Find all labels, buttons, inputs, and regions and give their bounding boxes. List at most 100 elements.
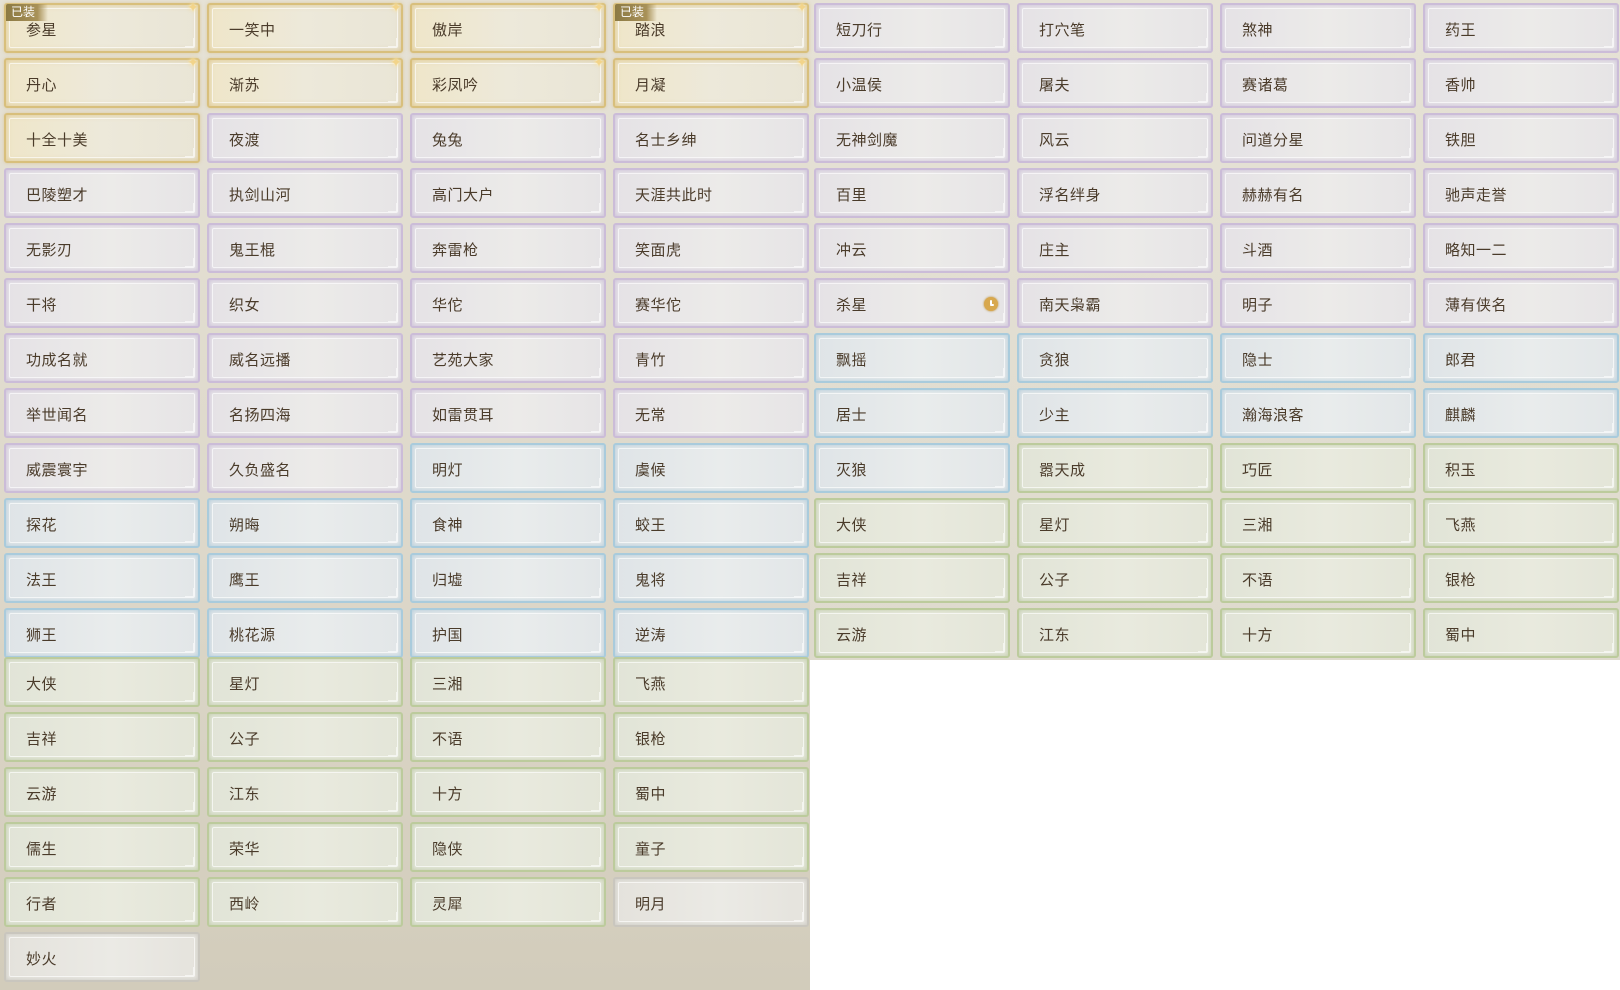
title-tag[interactable]: 举世闻名: [4, 388, 200, 438]
title-tag[interactable]: 鹰王: [207, 553, 403, 603]
title-tag[interactable]: 灭狼: [814, 443, 1010, 493]
title-tag[interactable]: 郎君: [1423, 333, 1619, 383]
title-tag[interactable]: 隐士: [1220, 333, 1416, 383]
title-tag[interactable]: 灵犀: [410, 877, 606, 927]
title-tag[interactable]: 公子: [1017, 553, 1213, 603]
title-tag[interactable]: 不语: [410, 712, 606, 762]
title-tag[interactable]: 彩凤吟 ✦: [410, 55, 606, 108]
title-tag[interactable]: 公子: [207, 712, 403, 762]
title-tag[interactable]: 隐侠: [410, 822, 606, 872]
title-tag[interactable]: 飞燕: [1423, 498, 1619, 548]
title-tag[interactable]: 探花: [4, 498, 200, 548]
title-tag[interactable]: 傲岸 ✦: [410, 0, 606, 53]
title-tag[interactable]: 妙火: [4, 932, 200, 982]
title-tag[interactable]: 南天枭霸: [1017, 278, 1213, 328]
title-tag[interactable]: 威名远播: [207, 333, 403, 383]
title-tag[interactable]: 桃花源: [207, 608, 403, 658]
title-tag[interactable]: 星灯: [207, 657, 403, 707]
title-tag[interactable]: 风云: [1017, 113, 1213, 163]
title-tag[interactable]: 蜀中: [613, 767, 809, 817]
title-tag[interactable]: 艺苑大家: [410, 333, 606, 383]
title-tag[interactable]: 积玉: [1423, 443, 1619, 493]
title-tag[interactable]: 江东: [1017, 608, 1213, 658]
title-tag[interactable]: 香帅: [1423, 58, 1619, 108]
title-tag[interactable]: 嚣天成: [1017, 443, 1213, 493]
title-tag[interactable]: 十方: [1220, 608, 1416, 658]
title-tag[interactable]: 干将: [4, 278, 200, 328]
title-tag[interactable]: 明月: [613, 877, 809, 927]
title-tag[interactable]: 鬼王棍: [207, 223, 403, 273]
title-tag[interactable]: 威震寰宇: [4, 443, 200, 493]
title-tag[interactable]: 江东: [207, 767, 403, 817]
title-tag[interactable]: 虞候: [613, 443, 809, 493]
title-tag[interactable]: 天涯共此时: [613, 168, 809, 218]
title-tag[interactable]: 赛华佗: [613, 278, 809, 328]
title-tag[interactable]: 星灯: [1017, 498, 1213, 548]
title-tag[interactable]: 明子: [1220, 278, 1416, 328]
title-tag[interactable]: 蛟王: [613, 498, 809, 548]
title-tag[interactable]: 煞神: [1220, 3, 1416, 53]
title-tag[interactable]: 久负盛名: [207, 443, 403, 493]
title-tag[interactable]: 丹心 ✦: [4, 55, 200, 108]
title-tag[interactable]: 月凝 ✦: [613, 55, 809, 108]
title-tag[interactable]: 冲云: [814, 223, 1010, 273]
title-tag[interactable]: 赛诸葛: [1220, 58, 1416, 108]
title-tag[interactable]: 薄有侠名: [1423, 278, 1619, 328]
title-tag[interactable]: 名扬四海: [207, 388, 403, 438]
title-tag[interactable]: 银枪: [1423, 553, 1619, 603]
title-tag[interactable]: 斗酒: [1220, 223, 1416, 273]
title-tag[interactable]: 屠夫: [1017, 58, 1213, 108]
title-tag[interactable]: 百里: [814, 168, 1010, 218]
title-tag[interactable]: 麒麟: [1423, 388, 1619, 438]
title-tag[interactable]: 无神剑魔: [814, 113, 1010, 163]
title-tag[interactable]: 参星 已装 ✦: [4, 0, 200, 53]
title-tag[interactable]: 青竹: [613, 333, 809, 383]
title-tag[interactable]: 无常: [613, 388, 809, 438]
title-tag[interactable]: 踏浪 已装 ✦: [613, 0, 809, 53]
title-tag[interactable]: 高门大户: [410, 168, 606, 218]
title-tag[interactable]: 名士乡绅: [613, 113, 809, 163]
title-tag[interactable]: 鬼将: [613, 553, 809, 603]
title-tag[interactable]: 飘摇: [814, 333, 1010, 383]
title-tag[interactable]: 十全十美: [4, 113, 200, 163]
title-tag[interactable]: 护国: [410, 608, 606, 658]
title-tag[interactable]: 巴陵塑才: [4, 168, 200, 218]
title-tag[interactable]: 笑面虎: [613, 223, 809, 273]
title-tag[interactable]: 少主: [1017, 388, 1213, 438]
title-tag[interactable]: 功成名就: [4, 333, 200, 383]
title-tag[interactable]: 行者: [4, 877, 200, 927]
title-tag[interactable]: 一笑中 ✦: [207, 0, 403, 53]
title-tag[interactable]: 大侠: [4, 657, 200, 707]
title-tag[interactable]: 织女: [207, 278, 403, 328]
title-tag[interactable]: 打穴笔: [1017, 3, 1213, 53]
title-tag[interactable]: 略知一二: [1423, 223, 1619, 273]
title-tag[interactable]: 兔兔: [410, 113, 606, 163]
title-tag[interactable]: 三湘: [1220, 498, 1416, 548]
title-tag[interactable]: 瀚海浪客: [1220, 388, 1416, 438]
title-tag[interactable]: 华佗: [410, 278, 606, 328]
title-tag[interactable]: 执剑山河: [207, 168, 403, 218]
title-tag[interactable]: 贪狼: [1017, 333, 1213, 383]
title-tag[interactable]: 十方: [410, 767, 606, 817]
title-tag[interactable]: 不语: [1220, 553, 1416, 603]
title-tag[interactable]: 浮名绊身: [1017, 168, 1213, 218]
title-tag[interactable]: 明灯: [410, 443, 606, 493]
title-tag[interactable]: 居士: [814, 388, 1010, 438]
title-tag[interactable]: 小温侯: [814, 58, 1010, 108]
title-tag[interactable]: 朔晦: [207, 498, 403, 548]
title-tag[interactable]: 法王: [4, 553, 200, 603]
title-tag[interactable]: 云游: [4, 767, 200, 817]
title-tag[interactable]: 儒生: [4, 822, 200, 872]
title-tag[interactable]: 归墟: [410, 553, 606, 603]
title-tag[interactable]: 药王: [1423, 3, 1619, 53]
title-tag[interactable]: 铁胆: [1423, 113, 1619, 163]
title-tag[interactable]: 如雷贯耳: [410, 388, 606, 438]
title-tag[interactable]: 三湘: [410, 657, 606, 707]
title-tag[interactable]: 狮王: [4, 608, 200, 658]
title-tag[interactable]: 驰声走誉: [1423, 168, 1619, 218]
title-tag[interactable]: 西岭: [207, 877, 403, 927]
title-tag[interactable]: 银枪: [613, 712, 809, 762]
title-tag[interactable]: 夜渡: [207, 113, 403, 163]
title-tag[interactable]: 无影刃: [4, 223, 200, 273]
title-tag[interactable]: 吉祥: [4, 712, 200, 762]
